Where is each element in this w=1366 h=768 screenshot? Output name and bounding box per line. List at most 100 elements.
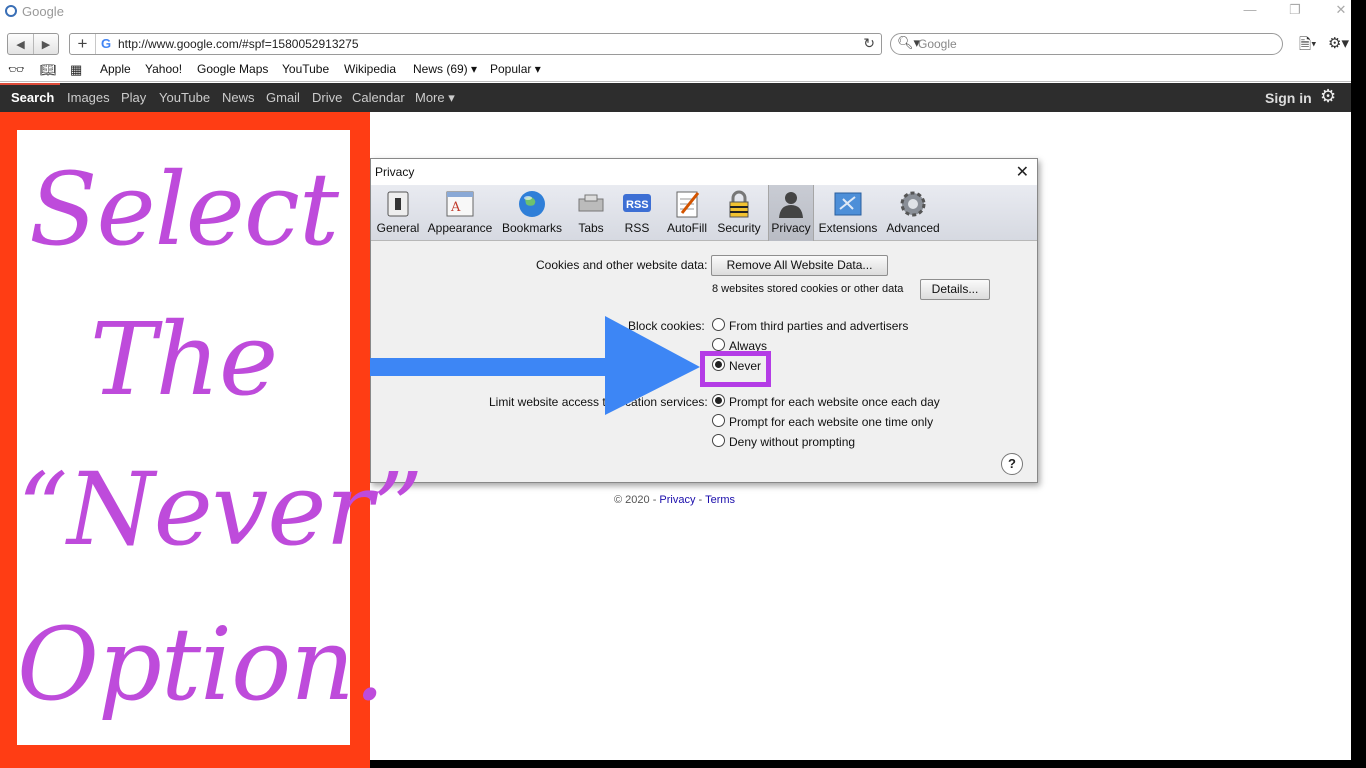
bookmark-news-folder[interactable]: News (69) ▾ (413, 62, 477, 76)
instruction-panel: Select The “Never” Option. (0, 112, 423, 768)
instruction-line-4: Option. (17, 606, 386, 723)
appearance-icon: A (446, 191, 474, 217)
details-button[interactable]: Details... (920, 279, 990, 300)
bookmark-apple[interactable]: Apple (100, 62, 131, 76)
footer-separator: - (698, 494, 703, 506)
tab-appearance[interactable]: A Appearance (425, 185, 495, 241)
add-bookmark-icon[interactable]: + (70, 34, 96, 54)
help-button[interactable]: ? (1001, 453, 1023, 475)
pointer-arrow-icon (357, 316, 700, 415)
maximize-icon[interactable]: ❐ (1285, 2, 1305, 18)
terms-link[interactable]: Terms (705, 494, 735, 506)
forward-arrow-icon: ▶ (41, 38, 51, 51)
extensions-icon (834, 192, 862, 216)
google-bar: Search Images Play YouTube News Gmail Dr… (0, 83, 1351, 112)
switch-icon (387, 191, 409, 217)
tab-bookmarks[interactable]: Bookmarks (499, 185, 565, 241)
search-field[interactable]: 🔍︎▾ Google (890, 33, 1283, 55)
reload-icon[interactable]: ↻ (863, 35, 875, 52)
radio-prompt-daily[interactable] (712, 394, 725, 407)
stored-cookies-text: 8 websites stored cookies or other data (712, 283, 904, 295)
close-window-icon[interactable]: ✕ (1331, 2, 1351, 18)
gbar-more[interactable]: More ▾ (415, 90, 455, 106)
tab-extensions[interactable]: Extensions (818, 185, 878, 241)
instruction-line-3: “Never” (17, 451, 423, 568)
tab-autofill-label: AutoFill (666, 221, 707, 235)
gbar-youtube[interactable]: YouTube (159, 90, 210, 105)
search-icon: 🔍︎▾ (897, 35, 921, 50)
tab-privacy[interactable]: Privacy (768, 185, 814, 241)
tab-security[interactable]: Security (715, 185, 763, 241)
active-tab-indicator (0, 83, 60, 85)
tab-autofill[interactable]: AutoFill (663, 185, 711, 241)
back-arrow-icon: ◀ (16, 38, 25, 51)
rss-icon: RSS (623, 194, 651, 212)
dialog-close-icon[interactable]: ✕ (1016, 162, 1029, 182)
radio-third-parties[interactable] (712, 318, 725, 331)
preferences-toolbar: General A Appearance Bookmarks Tabs RSS … (371, 185, 1037, 241)
gbar-play[interactable]: Play (121, 90, 146, 105)
copyright-text: © 2020 - (614, 494, 657, 506)
option-prompt-once-label: Prompt for each website one time only (729, 415, 934, 429)
option-prompt-daily-label: Prompt for each website once each day (729, 395, 940, 409)
reading-list-icon[interactable]: 👓︎ (8, 62, 25, 78)
screen: Google — ❐ ✕ ◀ ▶ + G http://www.google.c… (0, 0, 1366, 768)
history-buttons: ◀ ▶ (7, 33, 59, 55)
page-menu-icon[interactable]: 🗎▾ (1299, 34, 1317, 59)
tab-tabs-label: Tabs (578, 221, 604, 235)
bookmark-popular-folder[interactable]: Popular ▾ (490, 62, 541, 76)
tab-tabs[interactable]: Tabs (571, 185, 611, 241)
forward-button[interactable]: ▶ (32, 34, 58, 54)
gbar-gear-icon[interactable]: ⚙ (1320, 86, 1336, 107)
svg-text:A: A (450, 200, 461, 215)
dialog-title: Privacy (375, 165, 415, 179)
lock-icon (729, 190, 749, 218)
tab-security-label: Security (717, 221, 761, 235)
bookmark-google-maps[interactable]: Google Maps (197, 62, 268, 76)
gbar-drive[interactable]: Drive (312, 90, 342, 105)
bookmarks-book-icon[interactable]: 📖︎ (40, 62, 57, 78)
tab-advanced-label: Advanced (886, 221, 940, 235)
minimize-icon[interactable]: — (1240, 2, 1260, 17)
gbar-search[interactable]: Search (11, 90, 54, 105)
gbar-calendar[interactable]: Calendar (352, 90, 405, 105)
top-sites-grid-icon[interactable]: ▦ (70, 62, 82, 78)
instruction-card: Select The “Never” Option. (17, 130, 423, 745)
remove-all-data-button[interactable]: Remove All Website Data... (711, 255, 888, 276)
back-button[interactable]: ◀ (8, 34, 33, 54)
radio-prompt-once[interactable] (712, 414, 725, 427)
tabs-icon (578, 194, 604, 212)
option-third-parties-label: From third parties and advertisers (729, 319, 909, 333)
bookmark-wikipedia[interactable]: Wikipedia (344, 62, 396, 76)
bookmarks-bar: 👓︎ 📖︎ ▦ Apple Yahoo! Google Maps YouTube… (0, 58, 1351, 82)
gbar-gmail[interactable]: Gmail (266, 90, 300, 105)
gbar-images[interactable]: Images (67, 90, 110, 105)
window-title: Google (22, 4, 64, 19)
google-favicon-icon: G (101, 36, 112, 51)
page-footer: © 2020 - Privacy - Terms (614, 494, 735, 506)
sign-in-link[interactable]: Sign in (1265, 90, 1312, 106)
nav-toolbar: ◀ ▶ + G http://www.google.com/#spf=15800… (0, 29, 1351, 58)
autofill-icon (676, 191, 700, 218)
tab-bookmarks-label: Bookmarks (501, 221, 563, 235)
search-placeholder: Google (918, 37, 957, 51)
tab-general[interactable]: General (375, 185, 421, 241)
tab-general-label: General (376, 221, 420, 235)
tab-advanced[interactable]: Advanced (883, 185, 943, 241)
tab-rss[interactable]: RSS RSS (617, 185, 657, 241)
title-bar: Google — ❐ ✕ (0, 0, 1351, 29)
never-option-highlight (700, 351, 771, 387)
radio-always[interactable] (712, 338, 725, 351)
tab-extensions-label: Extensions (818, 221, 878, 235)
privacy-link[interactable]: Privacy (659, 494, 695, 506)
option-deny-label: Deny without prompting (729, 435, 856, 449)
bookmark-youtube[interactable]: YouTube (282, 62, 329, 76)
cookies-label: Cookies and other website data: (536, 258, 708, 272)
address-bar[interactable]: + G http://www.google.com/#spf=158005291… (69, 33, 882, 55)
radio-deny[interactable] (712, 434, 725, 447)
gbar-news[interactable]: News (222, 90, 255, 105)
tab-appearance-label: Appearance (427, 221, 493, 235)
bookmark-yahoo[interactable]: Yahoo! (145, 62, 182, 76)
settings-gear-icon[interactable]: ⚙▾ (1328, 34, 1349, 52)
url-text[interactable]: http://www.google.com/#spf=1580052913275 (118, 37, 359, 51)
